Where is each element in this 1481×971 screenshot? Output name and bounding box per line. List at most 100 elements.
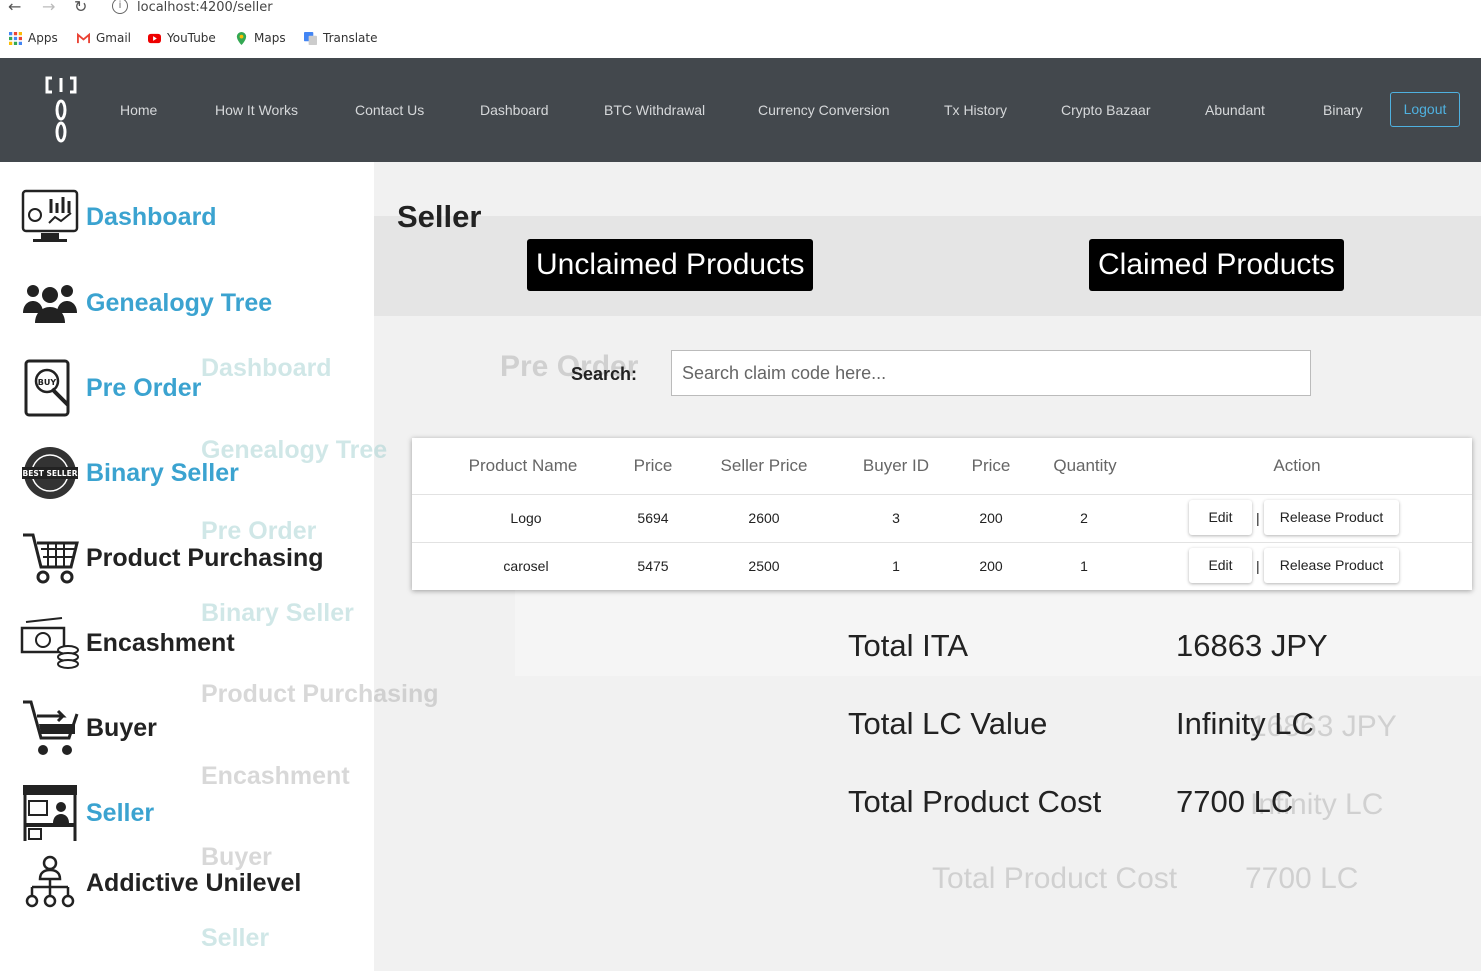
cell-quantity: 2: [1080, 510, 1088, 526]
bookmark-label: Apps: [28, 31, 58, 45]
logout-button[interactable]: Logout: [1390, 92, 1460, 127]
column-header: Seller Price: [720, 456, 808, 475]
column-header: Price: [971, 456, 1011, 475]
column-header: Product Name: [468, 456, 578, 475]
ghost-sidebar-label: Seller: [201, 924, 270, 952]
cell-buyer-id: 3: [892, 510, 900, 526]
sidebar: Dashboard Genealogy Tree BUY Pre Order B…: [0, 162, 439, 971]
back-arrow-icon[interactable]: ←: [8, 0, 21, 16]
bookmark-label: Maps: [254, 31, 286, 45]
sidebar-item-genealogy-tree[interactable]: Genealogy Tree: [20, 273, 272, 333]
separator: |: [1256, 510, 1260, 526]
bookmarks-bar: Apps Gmail YouTube Maps Translate: [0, 28, 1481, 50]
sidebar-item-label: Seller: [86, 798, 155, 827]
bookmark-apps[interactable]: Apps: [9, 31, 58, 45]
ghost-summary-value: 7700 LC: [1245, 862, 1359, 895]
sidebar-item-label: Product Purchasing: [86, 543, 324, 572]
bookmark-label: YouTube: [167, 31, 216, 45]
address-bar: ← → ↻ i localhost:4200/seller: [0, 0, 1481, 18]
nav-binary[interactable]: Binary: [1323, 102, 1363, 118]
cell-product-name: carosel: [503, 558, 549, 574]
reload-icon[interactable]: ↻: [74, 0, 87, 16]
nav-contact-us[interactable]: Contact Us: [355, 102, 424, 118]
edit-button[interactable]: Edit: [1189, 500, 1252, 535]
cell-buyer-id: 1: [892, 558, 900, 574]
hierarchy-icon: [20, 853, 80, 913]
cart-arrow-icon: [20, 698, 80, 758]
svg-text:BUY: BUY: [38, 378, 57, 387]
column-header: Quantity: [1053, 456, 1117, 475]
separator: |: [1256, 558, 1260, 574]
divider: [412, 542, 1472, 543]
sidebar-item-seller[interactable]: Seller: [20, 783, 154, 843]
summary-label: Total Product Cost: [848, 784, 1102, 819]
ghost-sidebar-label: Pre Order: [201, 517, 317, 545]
cell-product-name: Logo: [510, 510, 542, 526]
sidebar-item-pre-order[interactable]: BUY Pre Order: [20, 358, 201, 418]
summary-value: 16863 JPY: [1176, 628, 1328, 663]
search-input[interactable]: [671, 350, 1311, 396]
nav-how-it-works[interactable]: How It Works: [215, 102, 298, 118]
nav-crypto-bazaar[interactable]: Crypto Bazaar: [1061, 102, 1150, 118]
bookmark-youtube[interactable]: YouTube: [148, 31, 216, 45]
bookmark-gmail[interactable]: Gmail: [77, 31, 131, 45]
release-product-button[interactable]: Release Product: [1264, 500, 1399, 535]
apps-grid-icon: [9, 31, 22, 45]
ghost-sidebar-label: Binary Seller: [201, 599, 354, 627]
shopping-cart-icon: [20, 528, 80, 588]
market-stall-icon: [20, 783, 80, 843]
sidebar-item-label: Buyer: [86, 713, 157, 742]
column-header: Action: [1273, 456, 1321, 475]
tab-unclaimed-products[interactable]: Unclaimed Products: [527, 239, 814, 291]
nav-dashboard[interactable]: Dashboard: [480, 102, 549, 118]
top-navbar: Home How It Works Contact Us Dashboard B…: [0, 58, 1481, 162]
edit-button[interactable]: Edit: [1189, 548, 1252, 583]
release-product-button[interactable]: Release Product: [1264, 548, 1399, 583]
tab-claimed-products[interactable]: Claimed Products: [1089, 239, 1344, 291]
url-text[interactable]: localhost:4200/seller: [137, 0, 273, 15]
sidebar-item-label: Pre Order: [86, 373, 202, 402]
forward-arrow-icon[interactable]: →: [42, 0, 55, 16]
sidebar-item-buyer[interactable]: Buyer: [20, 698, 157, 758]
ghost-sidebar-label: Encashment: [201, 762, 350, 790]
nav-currency-conversion[interactable]: Currency Conversion: [758, 102, 890, 118]
cell-price: 200: [979, 510, 1003, 526]
site-logo-icon[interactable]: [44, 74, 78, 146]
ghost-sidebar-label: Buyer: [201, 843, 272, 871]
cell-seller-price: 2600: [748, 510, 780, 526]
cell-price: 5694: [637, 510, 669, 526]
cash-coins-icon: [20, 613, 80, 673]
cell-seller-price: 2500: [748, 558, 780, 574]
sidebar-item-label: Addictive Unilevel: [86, 868, 302, 897]
nav-home[interactable]: Home: [120, 102, 157, 118]
sidebar-item-label: Encashment: [86, 628, 235, 657]
page-title: Seller: [397, 199, 482, 234]
products-table: Product Name Price Seller Price Buyer ID…: [412, 438, 1472, 590]
summary-label: Total LC Value: [848, 706, 1048, 741]
dashboard-monitor-icon: [20, 187, 80, 247]
sidebar-item-dashboard[interactable]: Dashboard: [20, 187, 217, 247]
ghost-summary-label: Total Product Cost: [932, 862, 1178, 895]
sidebar-item-label: Genealogy Tree: [86, 288, 273, 317]
bookmark-label: Gmail: [96, 31, 132, 45]
bookmark-maps[interactable]: Maps: [235, 31, 286, 45]
search-label: Search:: [571, 364, 638, 384]
bookmark-translate[interactable]: Translate: [304, 31, 378, 45]
column-header: Buyer ID: [862, 456, 930, 475]
ghost-sidebar-label: Dashboard: [201, 354, 332, 382]
maps-pin-icon: [236, 31, 247, 45]
translate-icon: [304, 31, 317, 45]
cell-price: 200: [979, 558, 1003, 574]
nav-tx-history[interactable]: Tx History: [944, 102, 1007, 118]
browser-chrome: ← → ↻ i localhost:4200/seller Apps Gmail…: [0, 0, 1481, 59]
nav-btc-withdrawal[interactable]: BTC Withdrawal: [604, 102, 705, 118]
svg-text:BEST SELLER: BEST SELLER: [23, 469, 78, 478]
cell-quantity: 1: [1080, 558, 1088, 574]
nav-abundant[interactable]: Abundant: [1205, 102, 1265, 118]
ghost-sidebar-label: Genealogy Tree: [201, 436, 388, 464]
column-header: Price: [633, 456, 673, 475]
people-group-icon: [20, 273, 80, 333]
best-seller-badge-icon: BEST SELLER: [20, 443, 80, 503]
gmail-icon: [77, 32, 90, 43]
site-info-icon[interactable]: i: [112, 0, 128, 14]
